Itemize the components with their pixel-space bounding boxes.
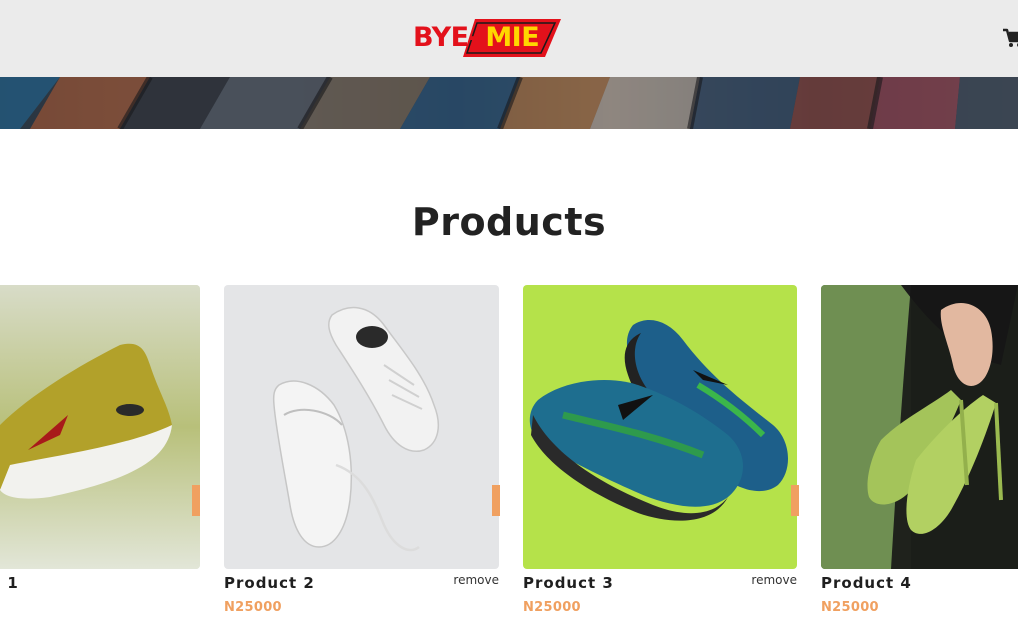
remove-product-button[interactable]: remove [453,573,499,587]
product-card-3[interactable]: Product 3 remove N25000 [523,285,799,625]
hero-banner-image [0,77,1018,129]
product-card-1[interactable]: Product 1 [0,285,200,625]
product-price: N25000 [224,600,282,615]
carousel-tab[interactable] [492,485,500,516]
logo-text: BYE- MIE [413,21,540,55]
products-section-title: Products [411,200,607,244]
product-card-2[interactable]: Product 2 remove N25000 [224,285,500,625]
logo-text-part1: BYE- [413,22,480,53]
product-card-4[interactable]: Product 4 N25000 [821,285,1018,625]
carousel-tab[interactable] [791,485,799,516]
product-name: Product 1 [0,574,19,592]
product-price: N25000 [821,600,879,615]
product-image-3[interactable] [523,285,797,569]
product-name: Product 3 [523,574,614,592]
product-price: N25000 [523,600,581,615]
shopping-cart-icon[interactable] [1002,27,1018,49]
remove-product-button[interactable]: remove [751,573,797,587]
product-image-1[interactable] [0,285,200,569]
product-name: Product 4 [821,574,912,592]
products-carousel: Product 1 Product 2 remove N [0,285,1018,636]
page: BYE- MIE Products 1 Product 2 remove N25… [0,0,1018,636]
logo-text-part2: MIE [485,22,540,53]
product-image-4[interactable] [821,285,1018,569]
carousel-tab[interactable] [192,485,200,516]
site-header: BYE- MIE [0,0,1018,77]
brand-logo[interactable]: BYE- MIE [413,17,563,59]
product-name: Product 2 [224,574,315,592]
product-image-2[interactable] [224,285,499,569]
